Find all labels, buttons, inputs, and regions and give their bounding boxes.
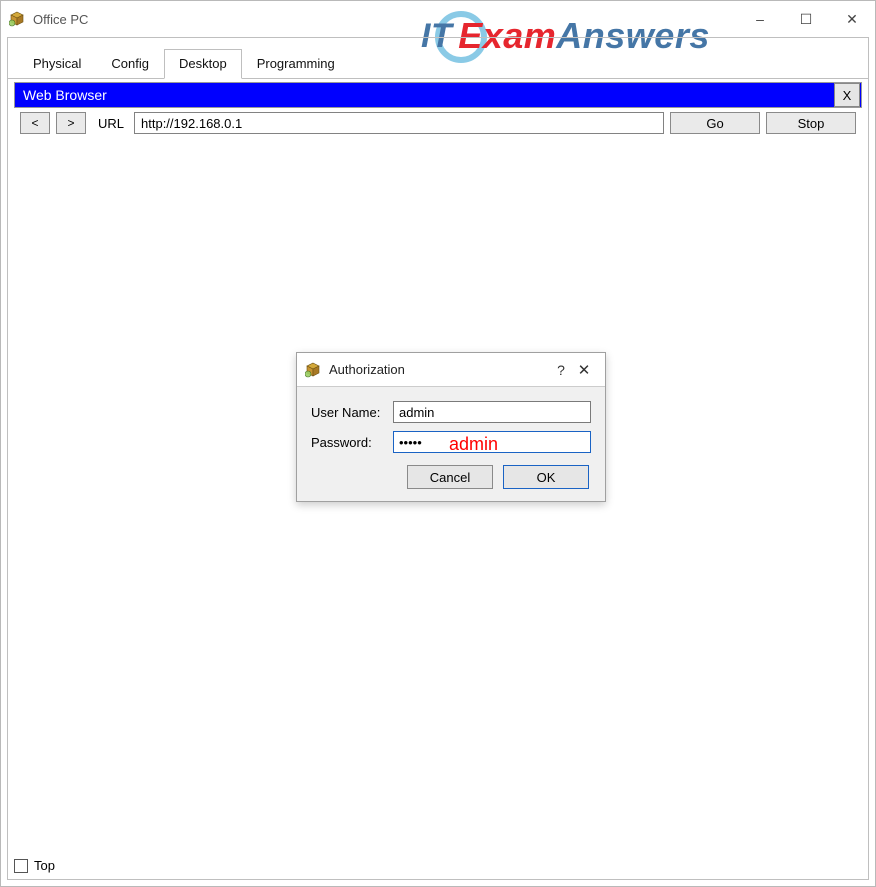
password-label: Password:: [311, 435, 393, 450]
tab-programming[interactable]: Programming: [242, 49, 350, 79]
dialog-button-row: Cancel OK: [311, 461, 591, 489]
web-browser-close-button[interactable]: X: [834, 83, 860, 107]
dialog-titlebar: Authorization ? ✕: [297, 353, 605, 387]
web-browser-title: Web Browser: [23, 87, 107, 103]
password-row: Password:: [311, 431, 591, 453]
go-button[interactable]: Go: [670, 112, 760, 134]
url-input[interactable]: [134, 112, 664, 134]
titlebar: Office PC – ☐ ✕: [1, 1, 875, 37]
username-label: User Name:: [311, 405, 393, 420]
client-area: Physical Config Desktop Programming Web …: [7, 37, 869, 880]
desktop-tab-content: Web Browser X < > URL Go Stop: [14, 82, 862, 847]
web-browser-titlebar: Web Browser X: [14, 82, 862, 108]
username-row: User Name:: [311, 401, 591, 423]
back-button[interactable]: <: [20, 112, 50, 134]
maximize-button[interactable]: ☐: [783, 4, 829, 34]
url-label: URL: [92, 116, 128, 131]
ok-button[interactable]: OK: [503, 465, 589, 489]
web-browser-toolbar: < > URL Go Stop: [14, 108, 862, 138]
tab-physical[interactable]: Physical: [18, 49, 96, 79]
dialog-body: User Name: Password: Cancel OK: [297, 387, 605, 501]
authorization-dialog: Authorization ? ✕ User Name: Password: C…: [296, 352, 606, 502]
dialog-icon: [305, 362, 321, 378]
password-input[interactable]: [393, 431, 591, 453]
top-label: Top: [34, 858, 55, 873]
tab-config[interactable]: Config: [96, 49, 164, 79]
top-checkbox[interactable]: [14, 859, 28, 873]
close-button[interactable]: ✕: [829, 4, 875, 34]
cancel-button[interactable]: Cancel: [407, 465, 493, 489]
footer: Top: [14, 858, 55, 873]
minimize-button[interactable]: –: [737, 4, 783, 34]
dialog-close-button[interactable]: ✕: [571, 361, 597, 379]
dialog-title: Authorization: [329, 362, 551, 377]
application-window: Office PC – ☐ ✕ IT ExamAnswers Physical …: [0, 0, 876, 887]
device-tabs: Physical Config Desktop Programming: [8, 38, 868, 79]
stop-button[interactable]: Stop: [766, 112, 856, 134]
tab-desktop[interactable]: Desktop: [164, 49, 242, 79]
dialog-help-button[interactable]: ?: [551, 362, 571, 378]
app-icon: [9, 11, 25, 27]
forward-button[interactable]: >: [56, 112, 86, 134]
window-title: Office PC: [33, 12, 737, 27]
username-input[interactable]: [393, 401, 591, 423]
